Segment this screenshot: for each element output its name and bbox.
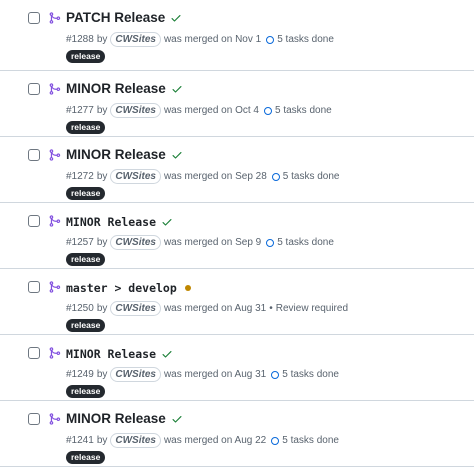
author-link[interactable]: CWSites	[110, 32, 161, 47]
author-link[interactable]: CWSites	[110, 169, 161, 184]
merged-pr-icon	[49, 413, 61, 425]
check-icon	[172, 415, 182, 423]
pr-title[interactable]: MINOR Release	[66, 81, 166, 96]
pr-row[interactable]: MINOR Release #1249 by CWSites was merge…	[0, 335, 474, 401]
by-text: by	[96, 171, 108, 182]
merged-status: was merged on Sep 9	[163, 237, 262, 248]
separator-dot: •	[269, 303, 273, 314]
pr-row[interactable]: PATCH Release #1288 by CWSites was merge…	[0, 0, 474, 71]
pr-number: #1241	[66, 435, 94, 446]
pr-number: #1250	[66, 303, 94, 314]
pr-meta: #1241 by CWSites was merged on Aug 22 5 …	[66, 433, 339, 448]
label-release[interactable]: release	[66, 187, 106, 200]
merged-status: was merged on Aug 22	[163, 435, 267, 446]
pr-title[interactable]: MINOR Release	[66, 215, 156, 229]
author-link[interactable]: CWSites	[110, 367, 161, 382]
pr-meta: #1257 by CWSites was merged on Sep 9 5 t…	[66, 235, 334, 250]
pr-title[interactable]: MINOR Release	[66, 147, 166, 162]
label-release[interactable]: release	[66, 319, 106, 332]
pr-title[interactable]: PATCH Release	[66, 10, 165, 25]
pr-row[interactable]: MINOR Release #1241 by CWSites was merge…	[0, 401, 474, 467]
pr-title[interactable]: MINOR Release	[66, 411, 166, 426]
by-text: by	[96, 369, 108, 380]
pr-row[interactable]: MINOR Release #1272 by CWSites was merge…	[0, 137, 474, 203]
pr-row[interactable]: master > develop #1250 by CWSites was me…	[0, 269, 474, 335]
by-text: by	[96, 34, 108, 45]
pr-title[interactable]: master > develop	[66, 281, 177, 295]
pr-list: PATCH Release #1288 by CWSites was merge…	[0, 0, 474, 467]
task-progress-icon	[263, 106, 272, 115]
label-release[interactable]: release	[66, 50, 106, 63]
by-text: by	[96, 105, 108, 116]
label-release[interactable]: release	[66, 451, 106, 464]
select-checkbox[interactable]	[28, 215, 40, 227]
author-link[interactable]: CWSites	[110, 301, 161, 316]
label-release[interactable]: release	[66, 121, 106, 134]
label-release[interactable]: release	[66, 253, 106, 266]
pr-meta: #1288 by CWSites was merged on Nov 1 5 t…	[66, 32, 334, 47]
by-text: by	[96, 303, 108, 314]
merged-status: was merged on Aug 31	[163, 303, 267, 314]
tasks-done[interactable]: 5 tasks done	[282, 435, 339, 446]
pr-meta: #1272 by CWSites was merged on Sep 28 5 …	[66, 169, 340, 184]
task-progress-icon	[266, 238, 275, 247]
select-checkbox[interactable]	[28, 12, 40, 24]
pr-meta: #1277 by CWSites was merged on Oct 4 5 t…	[66, 103, 332, 118]
pr-number: #1249	[66, 369, 94, 380]
pr-title[interactable]: MINOR Release	[66, 347, 156, 361]
pr-number: #1288	[66, 34, 94, 45]
author-link[interactable]: CWSites	[110, 103, 161, 118]
select-checkbox[interactable]	[28, 347, 40, 359]
author-link[interactable]: CWSites	[110, 235, 161, 250]
label-release[interactable]: release	[66, 385, 106, 398]
merged-status: was merged on Oct 4	[163, 105, 259, 116]
by-text: by	[96, 435, 108, 446]
merged-pr-icon	[49, 149, 61, 161]
task-progress-icon	[266, 35, 275, 44]
tasks-done[interactable]: 5 tasks done	[282, 369, 339, 380]
check-icon	[171, 14, 181, 22]
pr-row[interactable]: MINOR Release #1277 by CWSites was merge…	[0, 71, 474, 137]
pr-row[interactable]: MINOR Release #1257 by CWSites was merge…	[0, 203, 474, 269]
pr-meta: #1249 by CWSites was merged on Aug 31 5 …	[66, 367, 339, 382]
check-icon	[162, 219, 172, 226]
task-progress-icon	[271, 370, 280, 379]
pr-number: #1257	[66, 237, 94, 248]
author-link[interactable]: CWSites	[110, 433, 161, 448]
tasks-done[interactable]: 5 tasks done	[277, 34, 334, 45]
select-checkbox[interactable]	[28, 83, 40, 95]
pending-dot-icon[interactable]	[184, 285, 191, 291]
select-checkbox[interactable]	[28, 149, 40, 161]
merged-status: was merged on Sep 28	[163, 171, 267, 182]
merged-pr-icon	[49, 215, 61, 227]
review-status[interactable]: Review required	[276, 303, 348, 314]
merged-pr-icon	[49, 281, 61, 293]
select-checkbox[interactable]	[28, 281, 40, 293]
merged-pr-icon	[49, 83, 61, 95]
select-checkbox[interactable]	[28, 413, 40, 425]
task-progress-icon	[271, 436, 280, 445]
check-icon	[172, 85, 182, 93]
pr-meta: #1250 by CWSites was merged on Aug 31 • R…	[66, 301, 348, 316]
check-icon	[172, 151, 182, 159]
by-text: by	[96, 237, 108, 248]
pr-number: #1272	[66, 171, 94, 182]
tasks-done[interactable]: 5 tasks done	[277, 237, 334, 248]
merged-status: was merged on Nov 1	[163, 34, 262, 45]
task-progress-icon	[271, 172, 280, 181]
tasks-done[interactable]: 5 tasks done	[275, 105, 332, 116]
pr-number: #1277	[66, 105, 94, 116]
tasks-done[interactable]: 5 tasks done	[283, 171, 340, 182]
merged-status: was merged on Aug 31	[163, 369, 267, 380]
merged-pr-icon	[49, 12, 61, 24]
merged-pr-icon	[49, 347, 61, 359]
check-icon	[162, 351, 172, 358]
